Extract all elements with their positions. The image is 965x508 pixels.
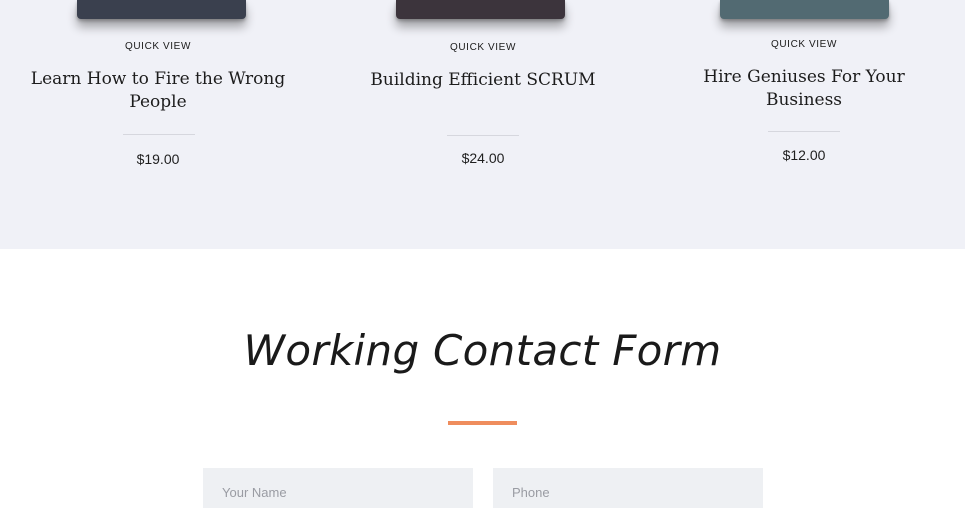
product-title[interactable]: Hire Geniuses For Your Business [674, 66, 934, 112]
product-title[interactable]: Learn How to Fire the Wrong People [28, 68, 288, 114]
contact-form-title: Working Contact Form [243, 326, 722, 375]
name-input[interactable] [203, 468, 473, 508]
book-cover[interactable] [720, 0, 889, 19]
product-price: $12.00 [782, 147, 826, 163]
phone-input[interactable] [493, 468, 763, 508]
divider [768, 131, 840, 132]
quick-view-link[interactable]: QUICK VIEW [353, 42, 613, 53]
title-accent-divider [448, 421, 517, 425]
quick-view-link[interactable]: QUICK VIEW [28, 41, 288, 52]
book-cover[interactable] [396, 0, 565, 19]
products-section: QUICK VIEW Learn How to Fire the Wrong P… [0, 0, 965, 249]
book-cover[interactable] [77, 0, 246, 19]
divider [447, 135, 519, 136]
product-title[interactable]: Building Efficient SCRUM [353, 69, 613, 92]
quick-view-link[interactable]: QUICK VIEW [674, 39, 934, 50]
divider [123, 134, 195, 135]
product-price: $19.00 [136, 151, 180, 167]
product-price: $24.00 [461, 150, 505, 166]
